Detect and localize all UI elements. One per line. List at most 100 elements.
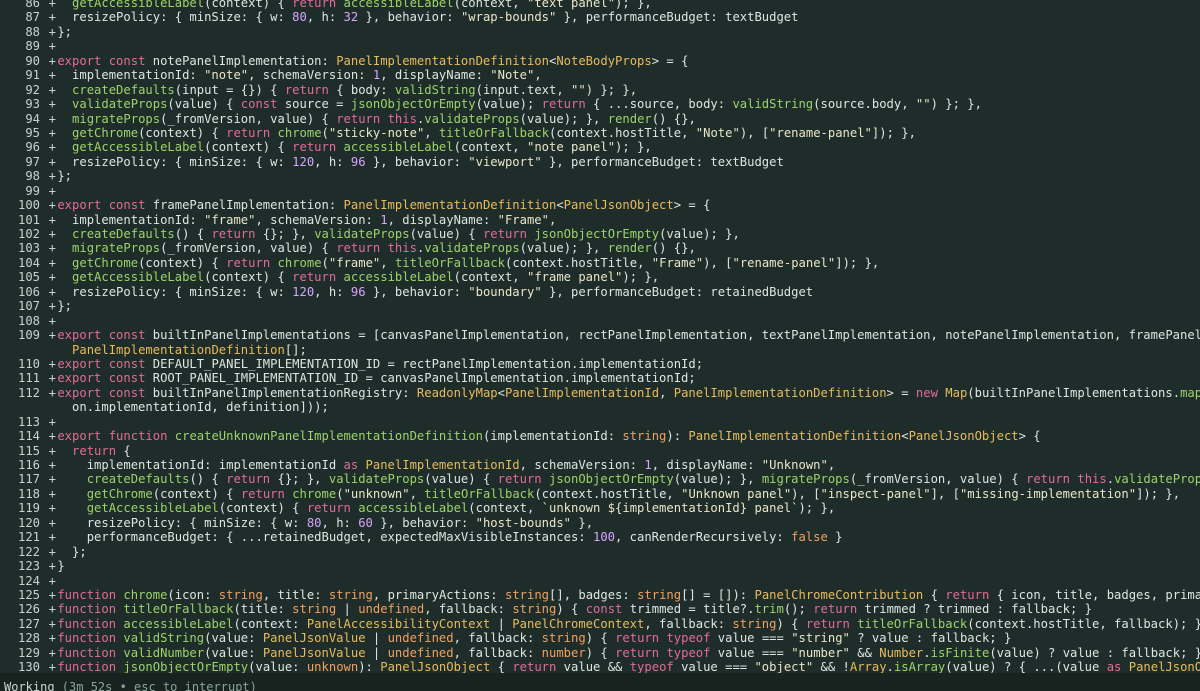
diff-line: 93 + validateProps(value) { const source… <box>0 97 1200 111</box>
line-number: 90 <box>25 53 40 68</box>
line-number: 127 <box>17 616 40 631</box>
diff-marker: + <box>48 82 57 97</box>
code-text: function accessibleLabel(context: PanelA… <box>57 616 1200 631</box>
diff-line: 95 + getChrome(context) { return chrome(… <box>0 126 1200 140</box>
diff-marker: + <box>48 39 57 54</box>
diff-marker: + <box>48 443 57 458</box>
line-number: 114 <box>17 429 40 444</box>
diff-line: 90 +export const notePanelImplementation… <box>0 54 1200 68</box>
diff-marker: + <box>48 544 57 559</box>
line-number: 93 <box>25 97 40 112</box>
status-detail: (3m 52s • esc to interrupt) <box>54 680 257 691</box>
diff-marker: + <box>48 0 57 10</box>
diff-marker: + <box>48 125 57 140</box>
code-text: }; <box>57 24 73 39</box>
line-number: 113 <box>17 414 40 429</box>
line-number: 117 <box>17 472 40 487</box>
code-text: }; <box>57 544 87 559</box>
diff-marker: + <box>48 111 57 126</box>
line-number: 100 <box>17 198 40 213</box>
code-text: export const notePanelImplementation: Pa… <box>57 53 689 68</box>
diff-marker: + <box>48 97 57 112</box>
line-number: 122 <box>17 544 40 559</box>
diff-marker: + <box>48 530 57 545</box>
diff-line: 105 + getAccessibleLabel(context) { retu… <box>0 270 1200 284</box>
diff-line: 124 + <box>0 574 1200 588</box>
diff-marker: + <box>48 501 57 516</box>
line-number: 98 <box>25 169 40 184</box>
line-number: 103 <box>17 241 40 256</box>
code-text: getAccessibleLabel(context) { return acc… <box>72 270 660 285</box>
code-text: implementationId: implementationId as Pa… <box>57 458 836 472</box>
diff-line: 116 + implementationId: implementationId… <box>0 458 1200 472</box>
code-text: migrateProps(_fromVersion, value) { retu… <box>72 111 696 126</box>
diff-line: 100 +export const framePanelImplementati… <box>0 198 1200 212</box>
line-number: 124 <box>17 573 40 588</box>
diff-line: 102 + createDefaults() { return {}; }, v… <box>0 227 1200 241</box>
code-diff-body: 86 + getAccessibleLabel(context) { retur… <box>0 0 1200 675</box>
diff-marker: + <box>48 486 57 501</box>
diff-line: 109 +export const builtInPanelImplementa… <box>0 328 1200 342</box>
line-number: 123 <box>17 559 40 574</box>
diff-marker: + <box>48 602 57 617</box>
diff-marker: + <box>48 299 57 314</box>
diff-line: 108 + <box>0 314 1200 328</box>
line-number: 105 <box>17 270 40 285</box>
line-number: 107 <box>17 299 40 314</box>
line-number: 102 <box>17 227 40 241</box>
line-number: 87 <box>25 10 40 25</box>
diff-marker: + <box>48 458 57 472</box>
diff-line: 125 +function chrome(icon: string, title… <box>0 588 1200 602</box>
diff-marker: + <box>48 515 57 530</box>
diff-marker: + <box>48 212 57 227</box>
diff-line: 97 + resizePolicy: { minSize: { w: 120, … <box>0 155 1200 169</box>
diff-line: 129 +function validNumber(value: PanelJs… <box>0 646 1200 660</box>
line-number: 104 <box>17 255 40 270</box>
diff-line: 114 +export function createUnknownPanelI… <box>0 429 1200 443</box>
diff-marker: + <box>48 270 57 285</box>
code-text: implementationId: "note", schemaVersion:… <box>57 68 542 83</box>
diff-marker: + <box>48 356 57 371</box>
code-text: }; <box>57 169 73 184</box>
diff-marker: + <box>48 328 57 343</box>
diff-marker: + <box>48 429 57 444</box>
line-number: 96 <box>25 140 40 155</box>
code-text: resizePolicy: { minSize: { w: 80, h: 60 … <box>57 515 594 530</box>
diff-line: 122 + }; <box>0 545 1200 559</box>
diff-marker: + <box>48 24 57 39</box>
diff-marker: + <box>48 227 57 241</box>
line-number: 106 <box>17 284 40 299</box>
diff-marker: + <box>48 10 57 25</box>
line-number: 119 <box>17 501 40 516</box>
code-text: createDefaults() { return {}; }, validat… <box>86 472 1200 487</box>
diff-line: 86 + getAccessibleLabel(context) { retur… <box>0 0 1200 10</box>
line-number: 99 <box>25 183 40 198</box>
diff-line: 113 + <box>0 415 1200 429</box>
diff-marker: + <box>48 183 57 198</box>
diff-line: 112 +export const builtInPanelImplementa… <box>0 386 1200 400</box>
code-text: getAccessibleLabel(context) { return acc… <box>72 140 652 155</box>
diff-line: 119 + getAccessibleLabel(context) { retu… <box>0 501 1200 515</box>
diff-marker: + <box>48 53 57 68</box>
diff-marker: + <box>48 198 57 213</box>
code-text: export const builtInPanelImplementations… <box>57 328 1200 343</box>
diff-marker: + <box>48 573 57 588</box>
code-text: implementationId: "frame", schemaVersion… <box>57 212 557 227</box>
code-text: export const DEFAULT_PANEL_IMPLEMENTATIO… <box>57 356 704 371</box>
code-text: getChrome(context) { return chrome("fram… <box>72 255 880 270</box>
line-number: 129 <box>17 645 40 660</box>
line-number: 118 <box>17 486 40 501</box>
diff-line: 107 +}; <box>0 299 1200 313</box>
line-number: 91 <box>25 68 40 83</box>
diff-marker: + <box>48 631 57 646</box>
diff-marker: + <box>48 154 57 169</box>
diff-line: 123 +} <box>0 559 1200 573</box>
diff-line: 106 + resizePolicy: { minSize: { w: 120,… <box>0 285 1200 299</box>
diff-line: 91 + implementationId: "note", schemaVer… <box>0 68 1200 82</box>
diff-line: 118 + getChrome(context) { return chrome… <box>0 487 1200 501</box>
diff-line: 101 + implementationId: "frame", schemaV… <box>0 213 1200 227</box>
diff-line: 127 +function accessibleLabel(context: P… <box>0 617 1200 631</box>
diff-marker: + <box>48 371 57 386</box>
code-text: createDefaults() { return {}; }, validat… <box>72 227 740 241</box>
diff-line: 104 + getChrome(context) { return chrome… <box>0 256 1200 270</box>
